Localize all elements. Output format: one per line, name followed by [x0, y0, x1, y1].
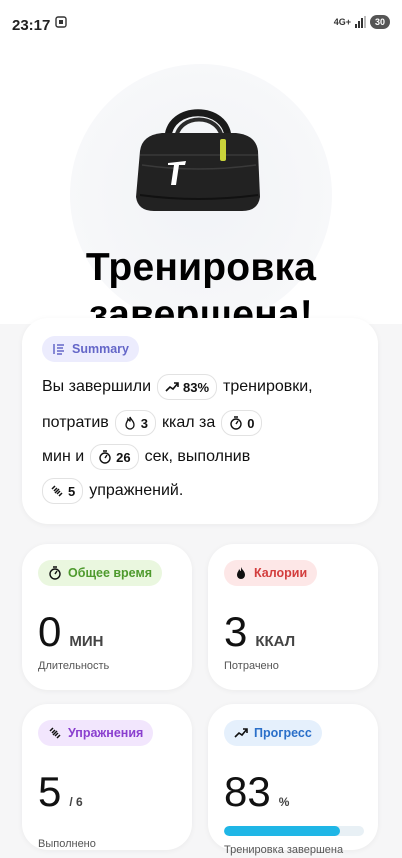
screenshot-icon: [55, 16, 67, 28]
exercises-badge: Упражнения: [38, 720, 154, 746]
completion-chip: 83%: [157, 374, 218, 400]
dumbbell-icon: [51, 485, 63, 497]
completion-value: 83%: [183, 379, 210, 395]
network-type: 4G+: [333, 16, 351, 27]
summary-text: Вы завершили: [42, 378, 152, 395]
calories-caption: Потрачено: [224, 660, 279, 672]
calories-badge: Калории: [224, 560, 318, 586]
seconds-value: 26: [116, 449, 131, 465]
summary-text: упражнений.: [89, 482, 184, 499]
stopwatch-icon: [99, 450, 111, 464]
battery-icon: 30: [369, 15, 390, 29]
time-value: 0: [38, 608, 62, 655]
calories-label: Калории: [254, 566, 308, 580]
progress-caption: Тренировка завершена: [224, 844, 344, 856]
flame-icon: [125, 416, 135, 430]
exercises-chip: 5: [42, 478, 84, 504]
title-line-1: Тренировка: [85, 246, 317, 289]
calories-unit: ККАЛ: [255, 633, 296, 650]
trend-up-icon: [234, 728, 248, 738]
flame-icon: [237, 567, 245, 579]
summary-text: ккал за: [161, 414, 216, 431]
progress-stat-card: Прогресс 83 % Тренировка завершена: [208, 704, 378, 856]
progress-unit: %: [278, 795, 290, 809]
status-bar: 23:17 4G+ 30: [0, 0, 402, 44]
summary-card: Summary Вы завершили 83% тренировки, пот…: [22, 318, 378, 524]
summary-line-1: Вы завершили 83% тренировки,: [42, 374, 313, 400]
progress-bar: [224, 826, 364, 836]
progress-badge: Прогресс: [224, 720, 322, 746]
summary-text: тренировки,: [223, 378, 313, 395]
minutes-chip: 0: [221, 410, 263, 436]
signal-icon: [354, 16, 366, 28]
trend-up-icon: [165, 382, 179, 392]
exercises-stat-value: 5: [38, 768, 62, 815]
exercises-value: 5: [68, 483, 76, 499]
summary-text: мин и: [42, 448, 85, 465]
time-value-group: 0 МИН: [38, 608, 103, 656]
exercises-label: Упражнения: [68, 726, 144, 740]
calories-value: 3: [140, 415, 148, 431]
calories-stat-value: 3: [224, 608, 248, 655]
summary-text: потратив: [42, 414, 109, 431]
stopwatch-icon: [49, 566, 61, 580]
time-stat-card: Общее время 0 МИН Длительность: [22, 544, 192, 690]
hero-section: Тренировка завершена!: [0, 44, 402, 336]
seconds-chip: 26: [90, 444, 139, 470]
summary-line-2: потратив 3 ккал за 0: [42, 410, 263, 436]
progress-value-group: 83 %: [224, 768, 289, 816]
summary-line-3: мин и 26 сек, выполнив: [42, 444, 250, 470]
exercises-value-group: 5 / 6: [38, 768, 83, 816]
summary-text: сек, выполнив: [144, 448, 251, 465]
summary-label: Summary: [72, 342, 129, 356]
summary-badge: Summary: [42, 336, 139, 362]
time-badge: Общее время: [38, 560, 163, 586]
minutes-value: 0: [247, 415, 255, 431]
list-icon: [53, 344, 64, 355]
time-label: Общее время: [68, 566, 153, 580]
exercises-stat-card: Упражнения 5 / 6 Выполнено: [22, 704, 192, 850]
progress-label: Прогресс: [254, 726, 312, 740]
exercises-caption: Выполнено: [38, 838, 96, 850]
summary-line-4: 5 упражнений.: [42, 478, 183, 504]
status-time: 23:17: [12, 17, 51, 34]
dumbbell-icon: [49, 727, 61, 739]
time-caption: Длительность: [38, 660, 110, 672]
progress-bar-fill: [224, 826, 341, 836]
stopwatch-icon: [230, 416, 242, 430]
calories-value-group: 3 ККАЛ: [224, 608, 295, 656]
calories-stat-card: Калории 3 ККАЛ Потрачено: [208, 544, 378, 690]
exercises-total: / 6: [69, 795, 83, 809]
gym-bag-image: [136, 109, 260, 211]
calories-chip: 3: [114, 410, 156, 436]
time-unit: МИН: [69, 633, 104, 650]
progress-value: 83: [224, 768, 271, 815]
